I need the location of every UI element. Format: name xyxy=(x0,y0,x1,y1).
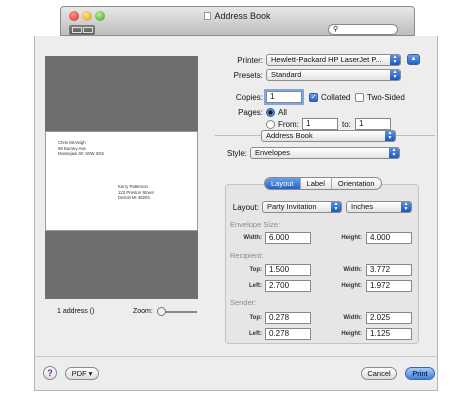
sender-height-label: Height: xyxy=(341,331,362,337)
recipient-left-label: Left: xyxy=(249,283,262,289)
pages-from-label: From: xyxy=(278,120,299,129)
envelope-height-field[interactable]: 4.000 xyxy=(366,232,412,244)
units-popup[interactable]: Inches ▲ ▼ xyxy=(346,201,412,213)
cancel-button[interactable]: Cancel xyxy=(361,367,397,380)
tab-bar: Layout Label Orientation xyxy=(264,177,382,190)
presets-label: Presets: xyxy=(233,71,263,80)
collated-label: Collated xyxy=(321,93,351,102)
recipient-height-label: Height: xyxy=(341,283,362,289)
recipient-address: Kerry Patterson 123 Preston Street Detro… xyxy=(118,184,154,201)
return-address: Chris McVeigh 59 Burney Ave Mossejaw SK … xyxy=(58,140,104,157)
recipient-height-field[interactable]: 1.972 xyxy=(366,280,412,292)
pages-all-radio[interactable] xyxy=(266,108,275,117)
tab-layout[interactable]: Layout xyxy=(265,178,301,189)
layout-label: Layout: xyxy=(232,203,259,212)
style-label: Style: xyxy=(226,149,247,158)
disclosure-button[interactable]: ▲ xyxy=(407,54,420,65)
print-preview: Chris McVeigh 59 Burney Ave Mossejaw SK … xyxy=(45,56,198,299)
tab-orientation[interactable]: Orientation xyxy=(332,178,381,189)
style-popup[interactable]: Envelopes ▲ ▼ xyxy=(250,147,400,159)
sender-width-label: Width: xyxy=(343,315,362,321)
pages-from-radio[interactable] xyxy=(266,120,275,129)
zoom-label: Zoom: xyxy=(133,308,153,315)
popup-arrows-icon: ▲ ▼ xyxy=(389,148,399,158)
sender-top-label: Top: xyxy=(249,315,262,321)
two-sided-label: Two-Sided xyxy=(367,93,405,102)
recipient-address-line: Detroit MI 48204 xyxy=(118,195,150,200)
recipient-width-label: Width: xyxy=(343,267,362,273)
address-count: 1 address () xyxy=(57,308,95,315)
window-title: Address Book xyxy=(61,11,414,21)
disclosure-triangle-icon: ▲ xyxy=(410,56,417,62)
pages-from-field[interactable]: 1 xyxy=(302,118,338,130)
tab-label[interactable]: Label xyxy=(301,178,332,189)
popup-arrows-icon: ▲ ▼ xyxy=(401,202,411,212)
pages-to-field[interactable]: 1 xyxy=(355,118,391,130)
recipient-top-field[interactable]: 1.500 xyxy=(265,264,311,276)
search-field[interactable]: ⚲ xyxy=(328,24,398,35)
presets-value: Standard xyxy=(271,70,302,79)
print-button[interactable]: Print xyxy=(405,367,435,380)
sender-heading: Sender: xyxy=(230,298,257,307)
list-view-icon[interactable] xyxy=(83,27,93,33)
pdf-menu-button[interactable]: PDF ▾ xyxy=(65,367,99,380)
application-popup-value: Address Book xyxy=(266,131,313,140)
copies-field[interactable]: 1 xyxy=(266,91,302,103)
print-sheet: Chris McVeigh 59 Burney Ave Mossejaw SK … xyxy=(34,36,438,391)
units-value: Inches xyxy=(351,202,374,211)
pages-to-label: to: xyxy=(342,120,351,129)
sender-width-field[interactable]: 2.025 xyxy=(366,312,412,324)
recipient-top-label: Top: xyxy=(249,267,262,273)
envelope-height-label: Height: xyxy=(341,235,362,241)
presets-popup[interactable]: Standard ▲ ▼ xyxy=(266,69,401,81)
sender-top-field[interactable]: 0.278 xyxy=(265,312,311,324)
help-icon: ? xyxy=(47,368,53,378)
popup-arrows-icon: ▲ ▼ xyxy=(331,202,341,212)
view-toggle[interactable] xyxy=(69,25,95,35)
return-address-line: Mossejaw SK S0W 3G6 xyxy=(58,151,104,156)
printer-label: Printer: xyxy=(237,56,263,65)
style-value: Envelopes xyxy=(255,148,291,157)
search-icon: ⚲ xyxy=(333,26,339,33)
application-popup[interactable]: Address Book ▲ ▼ xyxy=(261,130,396,142)
popup-arrows-icon: ▲ ▼ xyxy=(390,70,400,80)
sender-height-field[interactable]: 1.125 xyxy=(366,328,412,340)
copies-label: Copies: xyxy=(235,93,263,102)
pages-all-label: All xyxy=(278,108,287,117)
help-button[interactable]: ? xyxy=(43,366,57,380)
pages-label: Pages: xyxy=(238,108,263,117)
envelope-size-heading: Envelope Size: xyxy=(230,220,281,229)
card-view-icon[interactable] xyxy=(72,27,82,33)
document-icon xyxy=(204,12,212,20)
footer-divider xyxy=(35,356,437,357)
recipient-heading: Recipient: xyxy=(230,251,264,260)
window-title-text: Address Book xyxy=(214,11,271,21)
recipient-left-field[interactable]: 2.700 xyxy=(265,280,311,292)
envelope-width-label: Width: xyxy=(243,235,262,241)
recipient-width-field[interactable]: 3.772 xyxy=(366,264,412,276)
popup-arrows-icon: ▲ ▼ xyxy=(385,131,395,141)
collated-checkbox[interactable]: ✓ xyxy=(309,93,318,102)
envelope-preview: Chris McVeigh 59 Burney Ave Mossejaw SK … xyxy=(45,131,198,231)
printer-popup[interactable]: Hewlett-Packard HP LaserJet P... ▲ ▼ xyxy=(266,54,401,66)
sender-left-field[interactable]: 0.278 xyxy=(265,328,311,340)
envelope-width-field[interactable]: 6.000 xyxy=(265,232,311,244)
popup-arrows-icon: ▲ ▼ xyxy=(390,55,400,65)
layout-value: Party Invitation xyxy=(267,202,317,211)
address-book-window: Address Book ⚲ xyxy=(60,6,415,36)
sender-left-label: Left: xyxy=(249,331,262,337)
zoom-slider-knob[interactable] xyxy=(157,307,166,316)
two-sided-checkbox[interactable] xyxy=(355,93,364,102)
layout-popup[interactable]: Party Invitation ▲ ▼ xyxy=(262,201,342,213)
printer-value: Hewlett-Packard HP LaserJet P... xyxy=(271,55,382,64)
